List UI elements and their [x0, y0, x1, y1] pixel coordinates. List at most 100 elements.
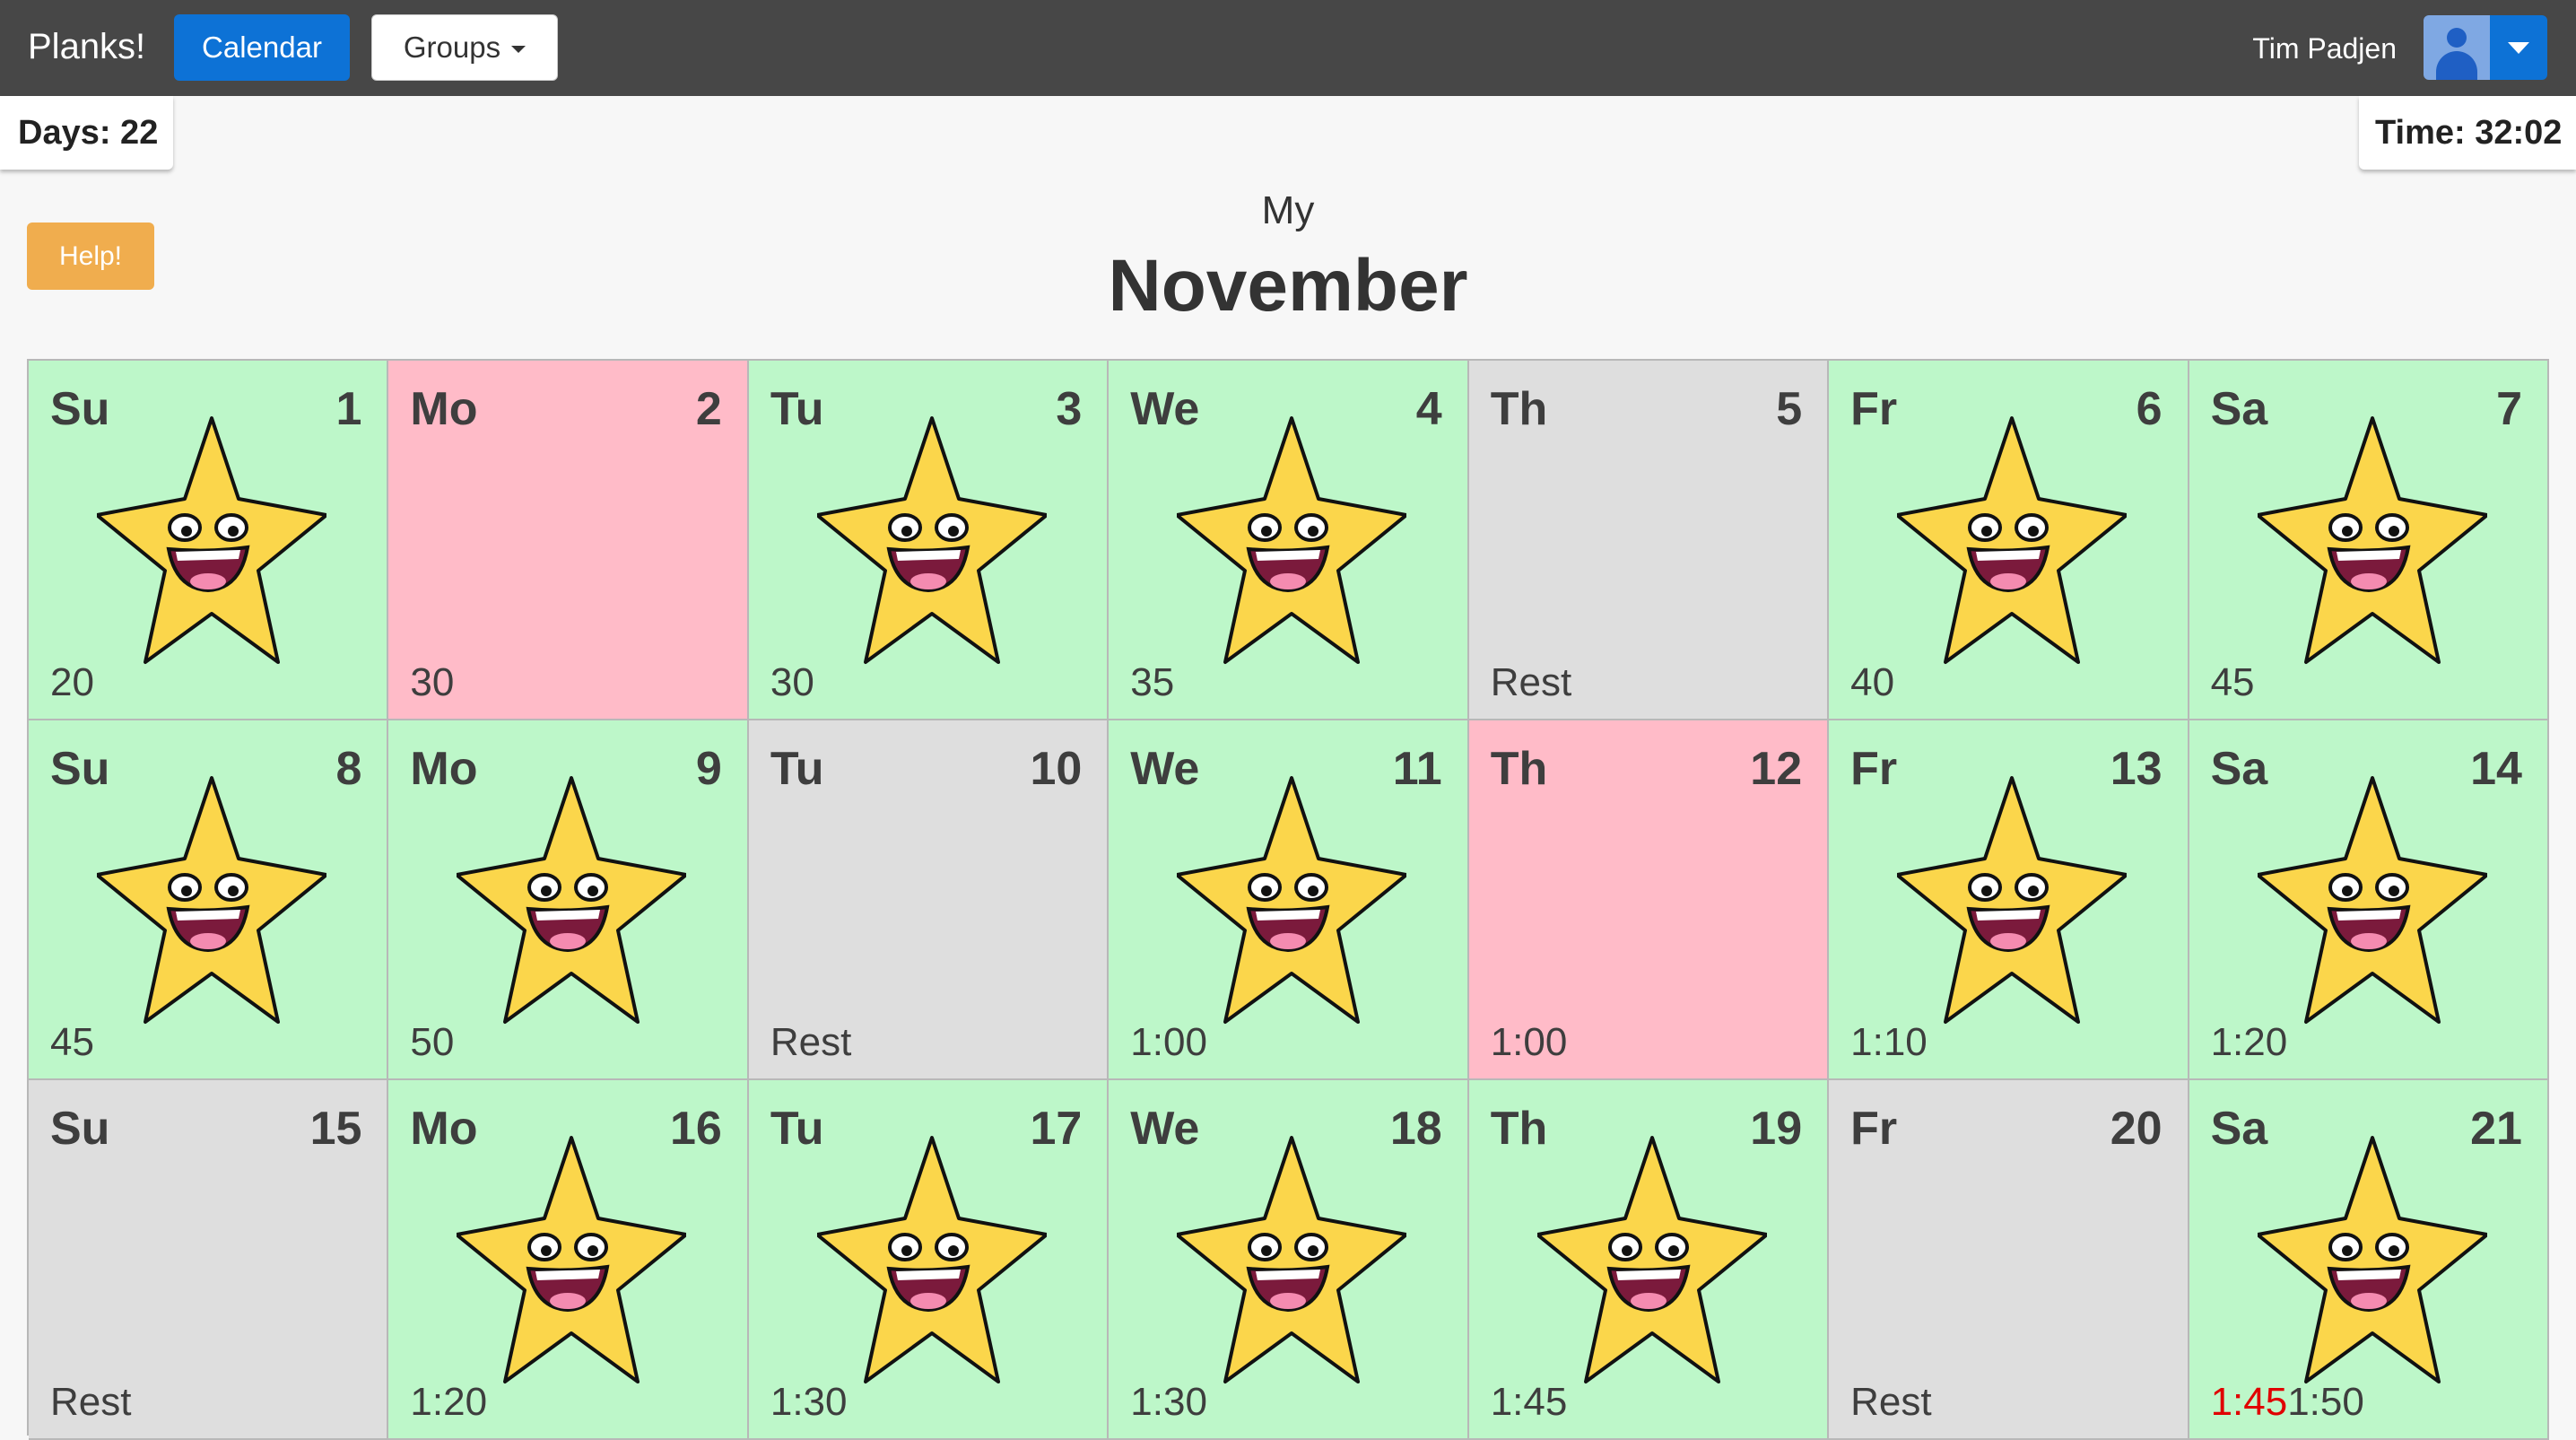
smiley-star-icon [816, 1136, 1047, 1383]
day-cell[interactable]: Th 19 1:45 [1468, 1080, 1830, 1440]
smiley-star-icon [2257, 416, 2487, 664]
target-value: Rest [50, 1380, 132, 1424]
caret-down-icon [2508, 41, 2529, 54]
weekday-label: Fr [1850, 1103, 1898, 1155]
target-value: 1:45 [1490, 1380, 1568, 1424]
plank-target: 35 [1130, 660, 1174, 705]
user-menu-button[interactable] [2424, 15, 2547, 80]
plank-target: 1:20 [410, 1380, 487, 1425]
target-value: Rest [1490, 660, 1572, 704]
day-cell[interactable]: We 11 1:00 [1109, 720, 1469, 1080]
smiley-star-icon [1536, 1136, 1767, 1383]
smiley-star-icon [457, 776, 687, 1024]
target-value: 1:20 [410, 1380, 488, 1424]
plank-target: 45 [2211, 660, 2255, 705]
weekday-label: Tu [770, 743, 824, 795]
plank-target: 1:451:50 [2211, 1380, 2364, 1425]
target-value: 1:50 [2287, 1380, 2364, 1424]
day-cell[interactable]: Sa 7 45 [2189, 361, 2549, 720]
plank-target: 1:00 [1130, 1020, 1207, 1065]
groups-dropdown[interactable]: Groups [371, 14, 558, 81]
day-cell[interactable]: Tu 10 Rest [748, 720, 1110, 1080]
plank-target: 20 [50, 660, 94, 705]
day-number: 7 [2496, 383, 2522, 435]
plank-target: 1:20 [2211, 1020, 2288, 1065]
smiley-star-icon [457, 1136, 687, 1383]
weekday-label: Mo [410, 383, 478, 435]
target-value: 50 [410, 1020, 455, 1064]
day-cell[interactable]: Fr 20 Rest [1829, 1080, 2189, 1440]
day-cell[interactable]: Mo 9 50 [388, 720, 749, 1080]
plank-target: Rest [770, 1020, 851, 1065]
day-number: 12 [1750, 743, 1803, 795]
plank-target: 50 [410, 1020, 454, 1065]
day-cell[interactable]: Th 5 Rest [1468, 361, 1830, 720]
groups-label: Groups [403, 31, 501, 64]
weekday-label: Tu [770, 383, 824, 435]
calendar-grid: Su 1 20 Mo 2 30 Tu 3 30 We 4 35 Th 5 Rest Fr 6 40 Sa 7 45 Su 8… [27, 359, 2549, 1440]
day-number: 9 [695, 743, 722, 795]
target-value: 1:20 [2210, 1020, 2288, 1064]
calendar-subtitle: My [1261, 188, 1315, 232]
weekday-label: Tu [770, 1103, 824, 1155]
day-cell[interactable]: We 4 35 [1109, 361, 1469, 720]
smiley-star-icon [1177, 416, 1407, 664]
plank-target: Rest [1491, 660, 1571, 705]
plank-target: 1:30 [1130, 1380, 1207, 1425]
target-value: 1:30 [1130, 1380, 1207, 1424]
day-cell[interactable]: Th 12 1:00 [1468, 720, 1830, 1080]
day-number: 3 [1056, 383, 1083, 435]
weekday-label: Th [1490, 743, 1548, 795]
target-value: Rest [1850, 1380, 1932, 1424]
month-title: November [1108, 245, 1468, 327]
day-cell[interactable]: Tu 3 30 [748, 361, 1110, 720]
plank-target: Rest [1850, 1380, 1931, 1425]
plank-target: 30 [410, 660, 454, 705]
user-menu-toggle[interactable] [2490, 15, 2547, 80]
smiley-star-icon [1177, 1136, 1407, 1383]
target-value: 45 [2210, 660, 2255, 704]
plank-target: 1:30 [770, 1380, 848, 1425]
target-value: 1:30 [770, 1380, 848, 1424]
day-cell[interactable]: Mo 2 30 [388, 361, 749, 720]
calendar-button[interactable]: Calendar [174, 14, 350, 81]
day-number: 2 [695, 383, 722, 435]
day-number: 6 [2136, 383, 2163, 435]
avatar-icon [2424, 15, 2490, 80]
plank-target: Rest [50, 1380, 131, 1425]
plank-target: 1:45 [1491, 1380, 1568, 1425]
smiley-star-icon [2257, 1136, 2487, 1383]
weekday-label: Fr [1850, 383, 1898, 435]
day-number: 4 [1415, 383, 1442, 435]
day-cell[interactable]: Fr 6 40 [1829, 361, 2189, 720]
plank-target: 30 [770, 660, 814, 705]
caret-down-icon [511, 46, 527, 53]
smiley-star-icon [97, 416, 326, 664]
brand-link[interactable]: Planks! [28, 27, 145, 67]
target-value: 1:00 [1490, 1020, 1568, 1064]
day-cell[interactable]: Sa 21 1:451:50 [2189, 1080, 2549, 1440]
smiley-star-icon [1897, 776, 2128, 1024]
day-cell[interactable]: Fr 13 1:10 [1829, 720, 2189, 1080]
target-value: Rest [770, 1020, 852, 1064]
navbar: Planks! Calendar Groups Tim Padjen [0, 0, 2576, 96]
day-cell[interactable]: We 18 1:30 [1109, 1080, 1469, 1440]
smiley-star-icon [1897, 416, 2128, 664]
day-number: 10 [1030, 743, 1083, 795]
day-cell[interactable]: Tu 17 1:30 [748, 1080, 1110, 1440]
target-value: 45 [50, 1020, 94, 1064]
plank-target: 45 [50, 1020, 94, 1065]
day-cell[interactable]: Sa 14 1:20 [2189, 720, 2549, 1080]
day-cell[interactable]: Su 15 Rest [29, 1080, 389, 1440]
target-value: 40 [1850, 660, 1895, 704]
days-counter: Days: 22 [0, 96, 173, 170]
smiley-star-icon [816, 416, 1047, 664]
weekday-label: Fr [1850, 743, 1898, 795]
target-value: 35 [1130, 660, 1175, 704]
day-cell[interactable]: Su 1 20 [29, 361, 389, 720]
day-cell[interactable]: Mo 16 1:20 [388, 1080, 749, 1440]
target-value: 1:10 [1850, 1020, 1928, 1064]
plank-target: 40 [1850, 660, 1894, 705]
day-cell[interactable]: Su 8 45 [29, 720, 389, 1080]
target-value: 30 [770, 660, 814, 704]
